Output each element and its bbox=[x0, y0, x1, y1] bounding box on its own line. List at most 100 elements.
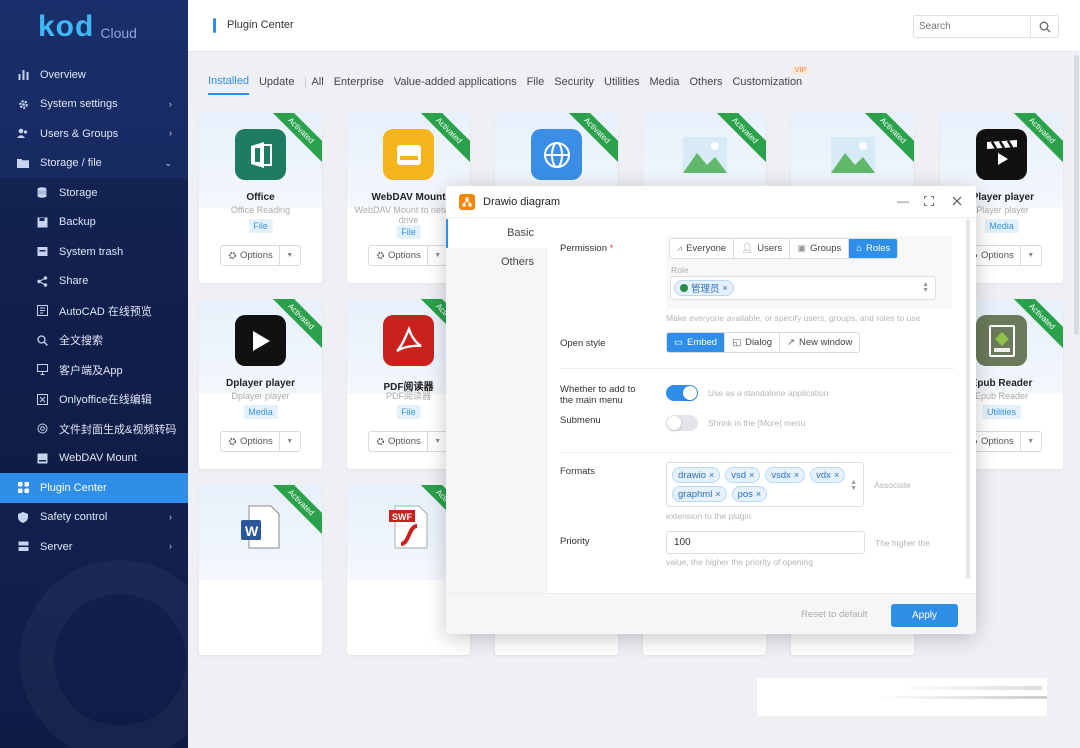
tab-value-added-applications[interactable]: Value-added applications bbox=[394, 76, 517, 94]
options-dropdown-button[interactable]: ▼ bbox=[278, 432, 300, 451]
remove-chip-icon[interactable]: × bbox=[709, 470, 714, 480]
sidebar-item[interactable]: Storage bbox=[0, 178, 188, 208]
tab-security[interactable]: Security bbox=[554, 76, 594, 94]
remove-chip-icon[interactable]: × bbox=[715, 489, 720, 499]
options-button[interactable]: Options bbox=[369, 432, 427, 451]
sidebar-item[interactable]: Backup bbox=[0, 207, 188, 237]
gear-icon bbox=[228, 437, 237, 446]
permission-users-button[interactable]: 👤︎ Users bbox=[734, 239, 791, 258]
role-label: Role bbox=[671, 265, 689, 275]
tab-installed[interactable]: Installed bbox=[208, 75, 249, 95]
caret-down-icon: ▼ bbox=[286, 438, 294, 445]
webdav-icon bbox=[383, 129, 434, 180]
caret-down-icon: ▼ bbox=[434, 438, 442, 445]
options-button[interactable]: Options bbox=[221, 432, 279, 451]
side-item-others[interactable]: Others bbox=[446, 248, 548, 277]
sidebar-item-label: Backup bbox=[59, 216, 96, 229]
permission-everyone-button[interactable]: ⩘ Everyone bbox=[670, 239, 735, 258]
format-chip: vsdx × bbox=[765, 467, 806, 483]
sidebar-item[interactable]: 客户端及App bbox=[0, 355, 188, 385]
grid-icon bbox=[17, 482, 29, 494]
remove-chip-icon[interactable]: × bbox=[756, 489, 761, 499]
tab-file[interactable]: File bbox=[527, 76, 545, 94]
sidebar-item[interactable]: AutoCAD 在线预览 bbox=[0, 296, 188, 326]
dialog-scrollbar[interactable] bbox=[966, 219, 970, 579]
maximize-button[interactable] bbox=[920, 192, 938, 210]
close-icon bbox=[952, 196, 962, 206]
main-menu-toggle[interactable] bbox=[666, 385, 698, 401]
open-style-new-window-button[interactable]: ↗ New window bbox=[780, 333, 860, 352]
permission-segmented: ⩘ Everyone 👤︎ Users ▣ Groups ⌂ Roles bbox=[669, 238, 899, 259]
sidebar-item[interactable]: Users & Groups › bbox=[0, 119, 188, 149]
tab-utilities[interactable]: Utilities bbox=[604, 76, 639, 94]
sidebar-item[interactable]: Server › bbox=[0, 532, 188, 562]
chevron-right-icon: › bbox=[169, 511, 172, 522]
formats-select[interactable]: drawio × vsd × vsdx × vdx × graphml × pos × ▲ ▼ bbox=[666, 462, 864, 507]
expand-icon bbox=[924, 196, 934, 206]
sidebar-item[interactable]: 文件封面生成&视频转码 bbox=[0, 414, 188, 444]
select-caret-icon: ▲ ▼ bbox=[922, 281, 929, 294]
submenu-hint: Shrink in the [More] menu bbox=[708, 418, 806, 428]
sidebar-item[interactable]: System trash bbox=[0, 237, 188, 267]
options-button-group: Options ▼ bbox=[368, 245, 449, 266]
remove-chip-icon[interactable]: × bbox=[723, 283, 728, 293]
search-input[interactable] bbox=[914, 16, 1030, 37]
plugin-description: Office Reading bbox=[230, 205, 291, 215]
sidebar-item[interactable]: System settings › bbox=[0, 90, 188, 120]
tab-others[interactable]: Others bbox=[689, 76, 722, 94]
tab-all[interactable]: All bbox=[311, 76, 323, 94]
options-button[interactable]: Options bbox=[221, 246, 279, 265]
tab-customization[interactable]: Customization VIP bbox=[732, 66, 811, 94]
minimize-button[interactable]: — bbox=[894, 192, 912, 210]
sidebar-item-label: WebDAV Mount bbox=[59, 452, 137, 465]
permission-groups-button[interactable]: ▣ Groups bbox=[790, 239, 850, 258]
sidebar-item[interactable]: WebDAV Mount bbox=[0, 443, 188, 473]
reset-to-default-button[interactable]: Reset to default bbox=[801, 609, 868, 620]
options-dropdown-button[interactable]: ▼ bbox=[426, 246, 448, 265]
plugin-card[interactable]: W Activated bbox=[199, 485, 322, 655]
open-style-segmented: ▭ Embed ◱ Dialog ↗ New window bbox=[666, 332, 861, 353]
options-dropdown-button[interactable]: ▼ bbox=[278, 246, 300, 265]
page-scrollbar[interactable] bbox=[1074, 55, 1079, 335]
sidebar-item[interactable]: 全文搜索 bbox=[0, 325, 188, 355]
apply-button[interactable]: Apply bbox=[891, 604, 958, 627]
remove-chip-icon[interactable]: × bbox=[749, 470, 754, 480]
plugin-card[interactable]: Activated Dplayer player Dplayer player Med… bbox=[199, 299, 322, 469]
open-style-embed-button[interactable]: ▭ Embed bbox=[667, 333, 726, 352]
sidebar-item[interactable]: Overview bbox=[0, 60, 188, 90]
remove-chip-icon[interactable]: × bbox=[834, 470, 839, 480]
sidebar-item[interactable]: Plugin Center bbox=[0, 473, 188, 503]
tab-update[interactable]: Update bbox=[259, 76, 294, 94]
caret-down-icon: ▼ bbox=[434, 252, 442, 259]
sidebar-item-label: Server bbox=[40, 540, 73, 553]
options-dropdown-button[interactable]: ▼ bbox=[426, 432, 448, 451]
sidebar-item[interactable]: Safety control › bbox=[0, 503, 188, 533]
remove-chip-icon[interactable]: × bbox=[794, 470, 799, 480]
search-button[interactable] bbox=[1030, 16, 1058, 37]
sidebar-item[interactable]: Share bbox=[0, 266, 188, 296]
open-style-dialog-button[interactable]: ◱ Dialog bbox=[725, 333, 781, 352]
tab-enterprise[interactable]: Enterprise bbox=[334, 76, 384, 94]
close-button[interactable] bbox=[948, 192, 966, 210]
sidebar-item[interactable]: Onlyoffice在线编辑 bbox=[0, 384, 188, 414]
priority-input[interactable]: 100 bbox=[666, 531, 865, 554]
role-select[interactable]: 管理员 × ▲ ▼ bbox=[670, 276, 936, 300]
play-icon bbox=[235, 315, 286, 366]
sidebar-item-label: Safety control bbox=[40, 511, 108, 524]
sidebar-item-label: Plugin Center bbox=[40, 481, 107, 494]
side-item-basic[interactable]: Basic bbox=[446, 219, 548, 248]
sidebar-item[interactable]: Storage / file ⌄ bbox=[0, 149, 188, 179]
page-title: Plugin Center bbox=[227, 19, 294, 31]
open-style-label: Open style bbox=[560, 338, 606, 349]
tab-media[interactable]: Media bbox=[650, 76, 680, 94]
submenu-toggle[interactable] bbox=[666, 415, 698, 431]
plugin-settings-dialog: Drawio diagram — Basic Others Permission… bbox=[446, 186, 976, 634]
plugin-card[interactable]: Activated Office Office Reading File Options… bbox=[199, 113, 322, 283]
options-dropdown-button[interactable]: ▼ bbox=[1019, 246, 1041, 265]
options-button[interactable]: Options bbox=[369, 246, 427, 265]
permission-roles-button[interactable]: ⌂ Roles bbox=[849, 239, 898, 258]
app-logo[interactable]: kod Cloud bbox=[38, 12, 137, 42]
options-dropdown-button[interactable]: ▼ bbox=[1019, 432, 1041, 451]
dialog-header[interactable]: Drawio diagram — bbox=[446, 186, 976, 218]
cad-icon bbox=[36, 305, 48, 317]
